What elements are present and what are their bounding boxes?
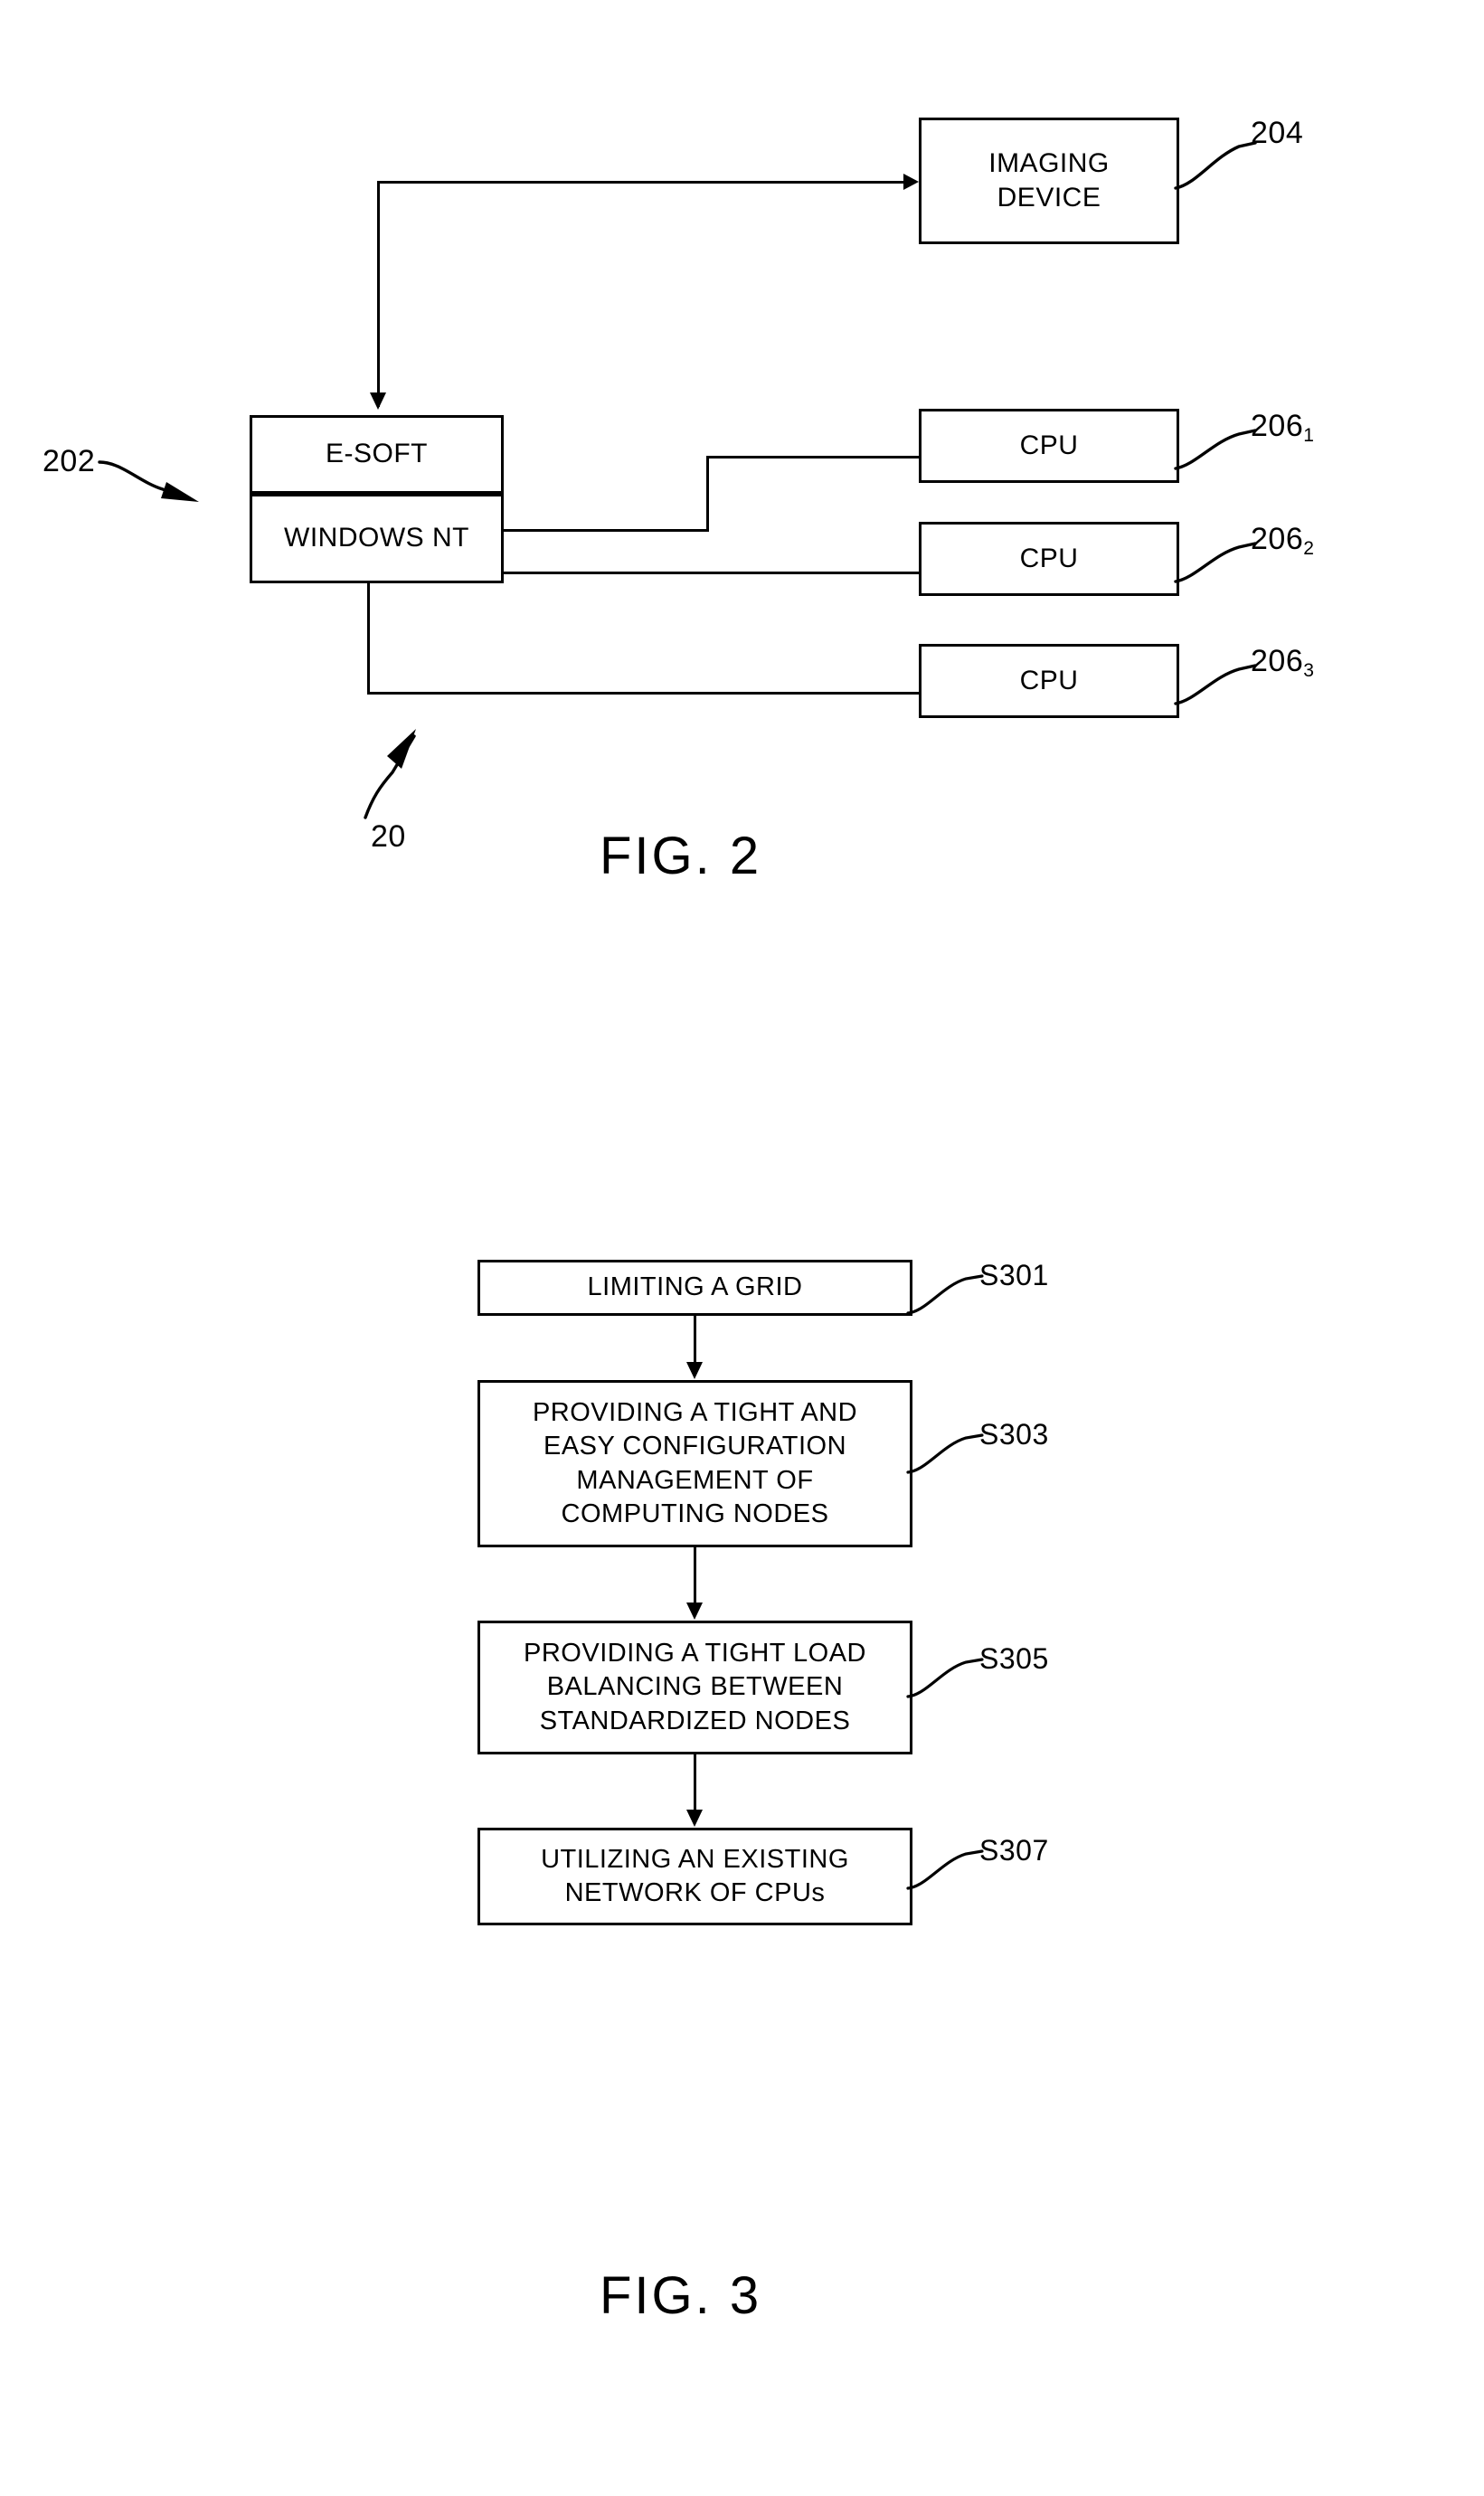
connector-server-to-cpu2 [501, 572, 922, 574]
flow-arrowhead-s303 [686, 1362, 703, 1379]
flowchart-step-s303[interactable]: PROVIDING A TIGHT AND EASY CONFIGURATION… [477, 1380, 912, 1547]
flow-connector-s303-s305 [694, 1547, 696, 1607]
ref-label-20: 20 [371, 819, 406, 854]
ref-label-s303: S303 [979, 1418, 1049, 1451]
arrowhead-into-imaging-device [903, 174, 919, 190]
cpu-3-label: CPU [1019, 665, 1079, 695]
patent-drawing-sheet: IMAGING DEVICE 204 E-SOFT WINDOWS NT 202 [0, 0, 1484, 2496]
ref-label-204: 204 [1251, 116, 1304, 150]
imaging-device-label: IMAGING DEVICE [988, 147, 1110, 213]
flowchart-step-s301-label: LIMITING A GRID [587, 1272, 803, 1302]
cpu-block-2[interactable]: CPU [919, 522, 1179, 596]
ref-label-s307: S307 [979, 1834, 1049, 1867]
ref-label-202: 202 [43, 444, 96, 478]
connector-server-to-cpu3-run [367, 692, 922, 695]
cpu-block-1[interactable]: CPU [919, 409, 1179, 483]
flow-connector-s301-s303 [694, 1316, 696, 1366]
connector-server-to-cpu1-segment-lower [501, 529, 709, 532]
flowchart-step-s303-label: PROVIDING A TIGHT AND EASY CONFIGURATION… [532, 1398, 858, 1528]
connector-server-to-imaging-vertical [377, 181, 380, 407]
flowchart-step-s305-label: PROVIDING A TIGHT LOAD BALANCING BETWEEN… [524, 1639, 866, 1735]
cpu-block-3[interactable]: CPU [919, 644, 1179, 718]
flowchart-step-s307-label: UTILIZING AN EXISTING NETWORK OF CPUs [541, 1844, 849, 1907]
leader-line-202 [98, 460, 199, 502]
ref-subscript-3: 3 [1303, 659, 1314, 681]
flowchart-step-s305[interactable]: PROVIDING A TIGHT LOAD BALANCING BETWEEN… [477, 1621, 912, 1754]
server-esoft-label: E-SOFT [326, 439, 428, 469]
flowchart-step-s301[interactable]: LIMITING A GRID [477, 1260, 912, 1316]
connector-server-to-imaging-horizontal [377, 181, 903, 184]
server-block-windows-nt[interactable]: WINDOWS NT [250, 494, 504, 583]
ref-label-s305: S305 [979, 1642, 1049, 1675]
ref-subscript-2: 2 [1303, 537, 1314, 559]
cpu-1-label: CPU [1019, 430, 1079, 460]
server-windows-nt-label: WINDOWS NT [284, 523, 469, 553]
flow-arrowhead-s305 [686, 1603, 703, 1620]
connector-server-to-cpu3-dropper [367, 581, 370, 694]
figure-2-caption: FIG. 2 [600, 827, 762, 885]
ref-label-206-1: 2061 [1251, 409, 1314, 446]
connector-server-to-cpu1-riser [706, 456, 709, 532]
connector-server-to-cpu1-segment-upper [706, 456, 922, 459]
cpu-2-label: CPU [1019, 543, 1079, 573]
flow-connector-s305-s307 [694, 1754, 696, 1814]
ref-subscript-1: 1 [1303, 424, 1314, 446]
imaging-device-block[interactable]: IMAGING DEVICE [919, 118, 1179, 244]
leader-line-20 [364, 729, 416, 819]
server-block-esoft[interactable]: E-SOFT [250, 415, 504, 494]
ref-label-206-3: 2063 [1251, 644, 1314, 681]
flow-arrowhead-s307 [686, 1810, 703, 1827]
figure-3-caption: FIG. 3 [600, 2266, 762, 2325]
ref-label-s301: S301 [979, 1259, 1049, 1291]
flowchart-step-s307[interactable]: UTILIZING AN EXISTING NETWORK OF CPUs [477, 1828, 912, 1925]
arrowhead-into-server [370, 392, 386, 410]
ref-label-206-2: 2062 [1251, 522, 1314, 559]
